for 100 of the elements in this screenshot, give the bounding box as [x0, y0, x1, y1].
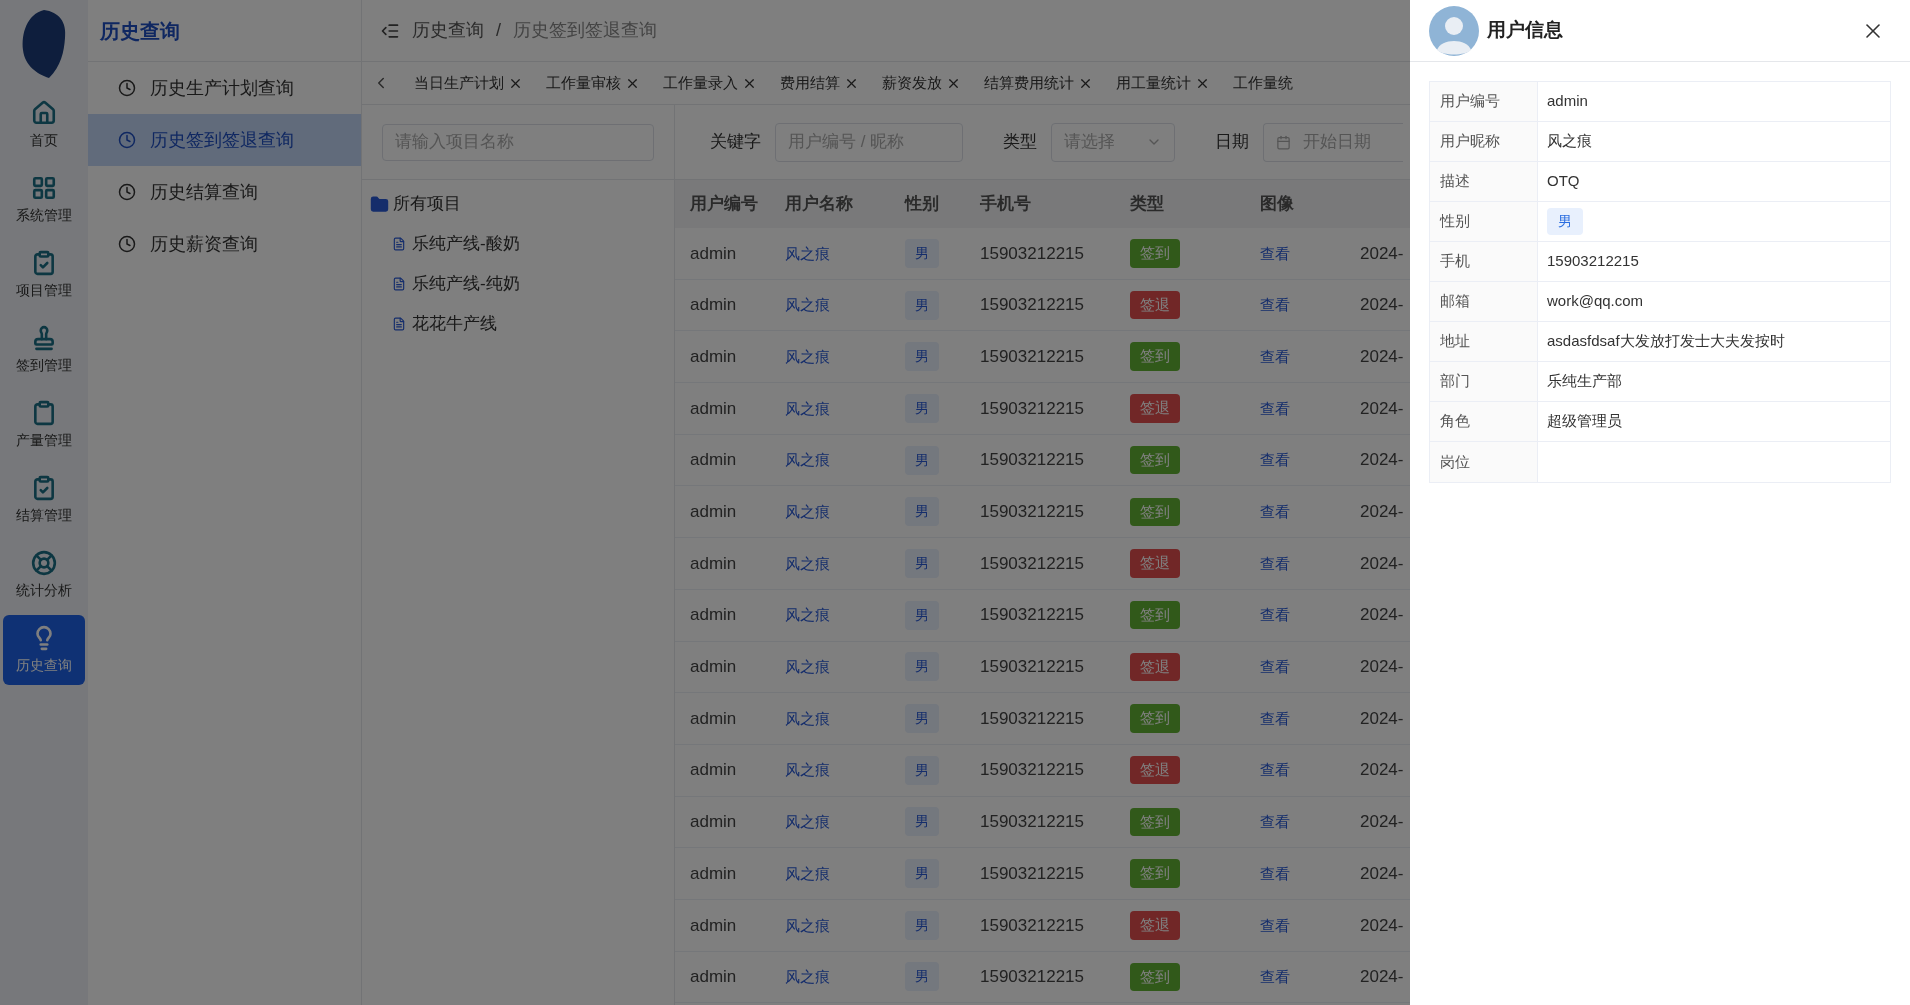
gender-tag: 男: [905, 859, 939, 889]
type-tag: 签到: [1130, 342, 1180, 371]
gender-tag: 男: [1547, 208, 1583, 235]
grid-icon: [31, 174, 57, 201]
view-link[interactable]: 查看: [1260, 606, 1290, 624]
stamp-icon: [31, 324, 57, 351]
view-link[interactable]: 查看: [1260, 503, 1290, 521]
view-link[interactable]: 查看: [1260, 554, 1290, 572]
type-tag: 签到: [1130, 497, 1180, 527]
page-tab[interactable]: 工作量审核: [546, 71, 640, 95]
clock-icon: [118, 183, 136, 201]
table-cell: admin: [690, 243, 737, 263]
field-label: 邮箱: [1440, 291, 1470, 312]
sidebar-item[interactable]: 历史查询: [3, 615, 85, 685]
view-link[interactable]: 查看: [1260, 244, 1290, 262]
table-cell: admin: [690, 708, 737, 728]
table-cell: admin: [690, 450, 737, 470]
clock-icon: [118, 131, 136, 149]
user-name-link[interactable]: 风之痕: [785, 347, 830, 365]
view-link[interactable]: 查看: [1260, 296, 1290, 314]
submenu-item[interactable]: 历史签到签退查询: [88, 114, 361, 166]
table-cell: 2024-: [1360, 812, 1404, 832]
user-name-link[interactable]: 风之痕: [785, 554, 830, 572]
table-cell: 15903212215: [980, 915, 1084, 935]
table-cell: 15903212215: [980, 760, 1084, 780]
user-name-link[interactable]: 风之痕: [785, 916, 830, 934]
table-cell: 15903212215: [980, 450, 1084, 470]
table-cell: 15903212215: [980, 708, 1084, 728]
user-name-link[interactable]: 风之痕: [785, 864, 830, 882]
user-name-link[interactable]: 风之痕: [785, 606, 830, 624]
gender-tag: 男: [905, 393, 939, 423]
page-tab[interactable]: 薪资发放: [882, 71, 961, 95]
view-link[interactable]: 查看: [1260, 968, 1290, 986]
submenu-item[interactable]: 历史薪资查询: [88, 218, 361, 270]
view-link[interactable]: 查看: [1260, 813, 1290, 831]
user-name-link[interactable]: 风之痕: [785, 503, 830, 521]
tree-item[interactable]: 乐纯产线-酸奶: [362, 224, 674, 264]
table-cell: admin: [690, 760, 737, 780]
breadcrumb-item[interactable]: 历史查询: [412, 17, 484, 44]
field-label: 岗位: [1440, 451, 1470, 472]
table-cell: admin: [690, 502, 737, 522]
view-link[interactable]: 查看: [1260, 761, 1290, 779]
table-cell: 15903212215: [980, 657, 1084, 677]
user-name-link[interactable]: 风之痕: [785, 658, 830, 676]
field-value: asdasfdsaf大发放打发士大夫发按时: [1547, 331, 1785, 352]
submenu-item[interactable]: 历史生产计划查询: [88, 62, 361, 114]
type-tag: 签退: [1130, 290, 1180, 320]
column-header: 类型: [1130, 194, 1164, 214]
table-cell: admin: [690, 346, 737, 366]
type-tag: 签退: [1130, 911, 1180, 940]
view-link[interactable]: 查看: [1260, 347, 1290, 365]
submenu-item[interactable]: 历史结算查询: [88, 166, 361, 218]
tree-item[interactable]: 乐纯产线-纯奶: [362, 264, 674, 304]
table-cell: 2024-: [1360, 346, 1404, 366]
view-link[interactable]: 查看: [1260, 399, 1290, 417]
page-tab[interactable]: 费用结算: [780, 71, 859, 95]
gender-tag: 男: [905, 704, 939, 734]
gender-tag: 男: [905, 962, 939, 992]
tree-item[interactable]: 花花牛产线: [362, 304, 674, 344]
view-link[interactable]: 查看: [1260, 451, 1290, 469]
user-name-link[interactable]: 风之痕: [785, 709, 830, 727]
user-name-link[interactable]: 风之痕: [785, 296, 830, 314]
sidebar-item[interactable]: 签到管理: [3, 315, 85, 385]
view-link[interactable]: 查看: [1260, 864, 1290, 882]
user-name-link[interactable]: 风之痕: [785, 761, 830, 779]
tree-item[interactable]: 所有项目: [362, 184, 674, 224]
table-cell: 2024-: [1360, 605, 1404, 625]
page-tab[interactable]: 用工量统计: [1116, 71, 1210, 95]
page-tab[interactable]: 工作量统: [1233, 71, 1293, 95]
user-name-link[interactable]: 风之痕: [785, 968, 830, 986]
table-cell: 15903212215: [980, 295, 1084, 315]
sidebar-item[interactable]: 系统管理: [3, 165, 85, 235]
clock-icon: [118, 235, 136, 253]
file-icon: [392, 277, 406, 291]
page-tab[interactable]: 当日生产计划: [414, 71, 523, 95]
table-cell: admin: [690, 967, 737, 987]
user-name-link[interactable]: 风之痕: [785, 451, 830, 469]
page-tab[interactable]: 结算费用统计: [984, 71, 1093, 95]
gender-tag: 男: [905, 497, 939, 527]
field-label: 手机: [1440, 251, 1470, 272]
view-link[interactable]: 查看: [1260, 658, 1290, 676]
sidebar-item[interactable]: 产量管理: [3, 390, 85, 460]
user-name-link[interactable]: 风之痕: [785, 813, 830, 831]
clipboard-check-icon: [31, 249, 57, 276]
type-tag: 签到: [1130, 239, 1180, 268]
sidebar-item[interactable]: 项目管理: [3, 240, 85, 310]
type-tag: 签退: [1130, 755, 1180, 785]
field-value: 15903212215: [1547, 251, 1639, 272]
lifebuoy-icon: [31, 549, 57, 576]
view-link[interactable]: 查看: [1260, 709, 1290, 727]
sidebar-item[interactable]: 统计分析: [3, 540, 85, 610]
type-tag: 签到: [1130, 445, 1180, 475]
type-tag: 签退: [1130, 394, 1180, 423]
user-name-link[interactable]: 风之痕: [785, 399, 830, 417]
file-icon: [392, 317, 406, 331]
sidebar-item[interactable]: 结算管理: [3, 465, 85, 535]
page-tab[interactable]: 工作量录入: [663, 71, 757, 95]
sidebar-item[interactable]: 首页: [3, 90, 85, 160]
user-name-link[interactable]: 风之痕: [785, 244, 830, 262]
view-link[interactable]: 查看: [1260, 916, 1290, 934]
